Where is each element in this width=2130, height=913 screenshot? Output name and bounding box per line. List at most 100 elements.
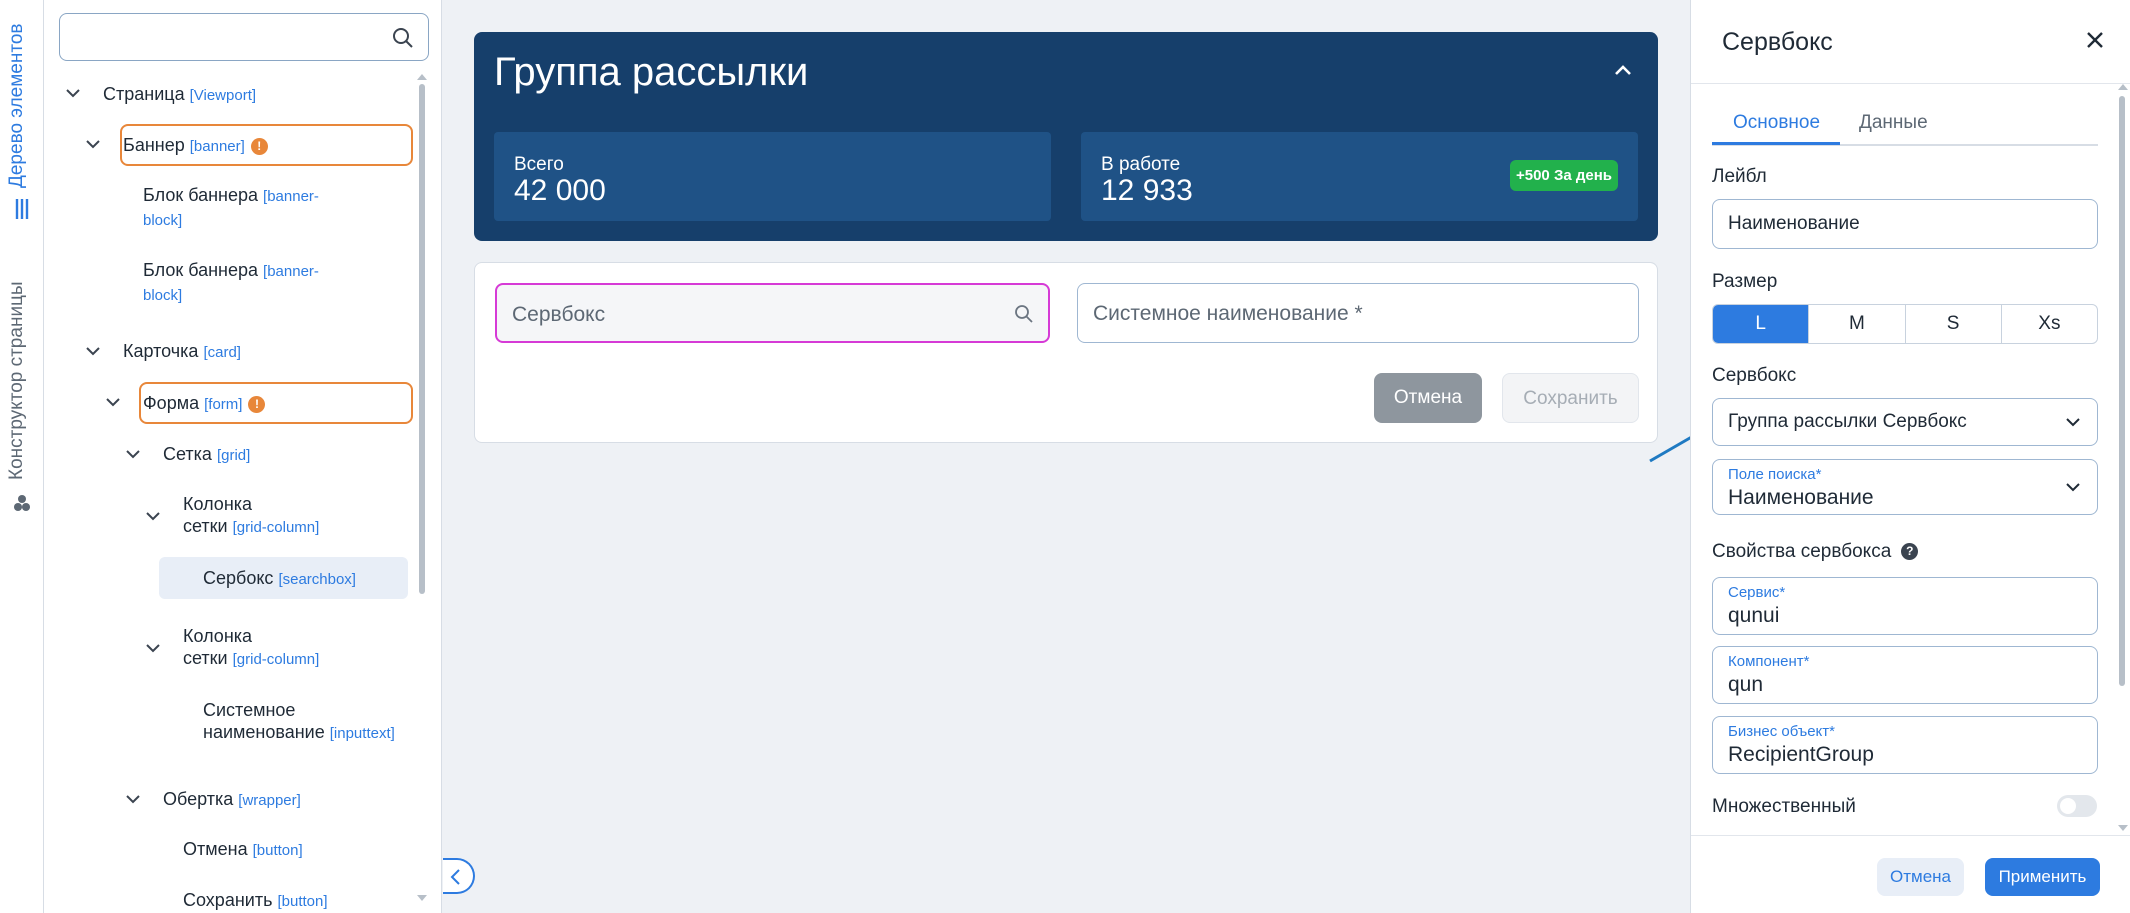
vertical-tab-strip: Дерево элементов Конструктор страницы bbox=[0, 0, 44, 913]
tab-page-builder[interactable]: Конструктор страницы bbox=[6, 270, 28, 480]
tree-node-searchbox[interactable]: Сербокс [searchbox] bbox=[203, 567, 356, 591]
search-field-select[interactable]: Поле поиска* Наименование bbox=[1712, 459, 2098, 515]
search-field-label: Поле поиска* bbox=[1728, 466, 1822, 483]
chevron-down-icon bbox=[2066, 483, 2080, 492]
stat-value: 42 000 bbox=[514, 174, 606, 207]
form-card: Сервбокс Системное наименование * Отмена… bbox=[474, 262, 1658, 443]
size-segmented-control: L M S Xs bbox=[1712, 304, 2098, 344]
searchbox-section-title: Сервбокс bbox=[1712, 365, 1797, 386]
searchbox-select[interactable]: Группа рассылки Сервбокс bbox=[1712, 398, 2098, 446]
tree-node-form[interactable]: Форма [form]! bbox=[143, 392, 266, 416]
tree-node-grid[interactable]: Сетка [grid] bbox=[163, 443, 250, 467]
warning-icon: ! bbox=[248, 395, 266, 413]
chevron-down-icon bbox=[2066, 418, 2080, 427]
cancel-button[interactable]: Отмена bbox=[1374, 373, 1482, 423]
component-label: Компонент* bbox=[1728, 653, 1810, 670]
service-label: Сервис* bbox=[1728, 584, 1786, 601]
size-option-s[interactable]: S bbox=[1904, 305, 2001, 343]
apply-button[interactable]: Применить bbox=[1985, 858, 2100, 896]
searchbox-placeholder: Сервбокс bbox=[512, 303, 606, 326]
size-option-xs[interactable]: Xs bbox=[2000, 305, 2097, 343]
tree-node-inputtext[interactable]: Системное наименование [inputtext] bbox=[203, 699, 395, 745]
stat-value: 12 933 bbox=[1101, 174, 1193, 207]
banner: Группа рассылки Всего 42 000 В работе 12… bbox=[474, 32, 1658, 241]
tree-node-banner[interactable]: Баннер [banner]! bbox=[123, 134, 268, 158]
status-badge: +500 За день bbox=[1509, 160, 1618, 191]
tree-node-grid-column[interactable]: Колонка сетки [grid-column] bbox=[183, 625, 319, 671]
tree-node-banner-block[interactable]: Блок баннера [banner-block] bbox=[143, 184, 319, 232]
warning-icon: ! bbox=[250, 137, 268, 155]
tree-node-card[interactable]: Карточка [card] bbox=[123, 340, 241, 364]
tab-data[interactable]: Данные bbox=[1859, 112, 1928, 134]
label-section-title: Лейбл bbox=[1712, 166, 1767, 187]
tab-main[interactable]: Основное bbox=[1733, 112, 1820, 134]
tree-node-grid-column[interactable]: Колонка сетки [grid-column] bbox=[183, 493, 319, 539]
component-input[interactable]: Компонент* qun bbox=[1712, 646, 2098, 704]
active-tab-indicator bbox=[1712, 142, 1840, 145]
help-icon[interactable]: ? bbox=[1901, 543, 1919, 561]
scroll-down-icon[interactable] bbox=[417, 895, 427, 901]
tree-search-input[interactable] bbox=[59, 13, 429, 61]
business-object-input[interactable]: Бизнес объект* RecipientGroup bbox=[1712, 716, 2098, 774]
collapse-panel-button[interactable] bbox=[443, 858, 475, 894]
search-icon bbox=[393, 28, 413, 48]
chevron-down-icon[interactable] bbox=[106, 397, 120, 407]
chevron-down-icon[interactable] bbox=[126, 449, 140, 459]
multiple-label: Множественный bbox=[1712, 796, 1856, 817]
chevron-down-icon[interactable] bbox=[86, 139, 100, 149]
multiple-toggle[interactable] bbox=[2057, 795, 2097, 817]
tree-node-banner-block[interactable]: Блок баннера [banner-block] bbox=[143, 259, 319, 307]
system-name-placeholder: Системное наименование * bbox=[1093, 302, 1363, 325]
stat-label: В работе bbox=[1101, 154, 1181, 175]
element-tree-panel: Страница [Viewport] Баннер [banner]! Бло… bbox=[44, 0, 442, 913]
panel-tabs: Основное Данные bbox=[1712, 108, 2098, 146]
service-input[interactable]: Сервис* qunui bbox=[1712, 577, 2098, 635]
chevron-down-icon[interactable] bbox=[86, 346, 100, 356]
tree-node-cancel-button[interactable]: Отмена [button] bbox=[183, 838, 303, 862]
banner-title: Группа рассылки bbox=[494, 50, 809, 94]
system-name-field[interactable]: Системное наименование * bbox=[1077, 283, 1639, 343]
service-value: qunui bbox=[1728, 604, 1780, 627]
stat-label: Всего bbox=[514, 154, 564, 175]
tree-node-save-button[interactable]: Сохранить [button] bbox=[183, 889, 328, 913]
page-canvas: Группа рассылки Всего 42 000 В работе 12… bbox=[443, 0, 1688, 913]
tree-icon[interactable] bbox=[11, 198, 33, 220]
business-object-value: RecipientGroup bbox=[1728, 743, 1874, 766]
chevron-up-icon[interactable] bbox=[1614, 64, 1632, 76]
label-input[interactable]: Наименование bbox=[1712, 199, 2098, 249]
searchbox-select-value: Группа рассылки Сервбокс bbox=[1728, 411, 1967, 432]
panel-scrollbar[interactable] bbox=[2119, 96, 2125, 686]
panel-footer: Отмена Применить bbox=[1691, 835, 2130, 913]
panel-cancel-button[interactable]: Отмена bbox=[1877, 858, 1964, 896]
tree-node-page[interactable]: Страница [Viewport] bbox=[103, 83, 256, 107]
scroll-up-icon[interactable] bbox=[2118, 84, 2128, 90]
label-input-value: Наименование bbox=[1728, 213, 1860, 234]
search-field-value: Наименование bbox=[1728, 486, 1874, 509]
chevron-down-icon[interactable] bbox=[146, 511, 160, 521]
properties-panel: Сервбокс Основное Данные Лейбл Наименова… bbox=[1690, 0, 2130, 913]
searchbox-field[interactable]: Сервбокс bbox=[495, 283, 1050, 343]
component-value: qun bbox=[1728, 673, 1764, 696]
chevron-down-icon[interactable] bbox=[146, 643, 160, 653]
scroll-down-icon[interactable] bbox=[2118, 825, 2128, 831]
chevron-left-icon bbox=[450, 869, 460, 885]
toggle-knob bbox=[2060, 798, 2076, 814]
tree-node-wrapper[interactable]: Обертка [wrapper] bbox=[163, 788, 301, 812]
components-icon[interactable] bbox=[11, 492, 33, 514]
panel-header: Сервбокс bbox=[1691, 0, 2130, 84]
properties-section-title: Свойства сервбокса? bbox=[1712, 541, 1919, 563]
panel-title: Сервбокс bbox=[1722, 28, 1833, 56]
stat-in-progress: В работе 12 933 +500 За день bbox=[1081, 132, 1638, 221]
save-button[interactable]: Сохранить bbox=[1502, 373, 1639, 423]
chevron-down-icon[interactable] bbox=[66, 88, 80, 98]
search-icon bbox=[1015, 305, 1033, 323]
size-option-m[interactable]: M bbox=[1808, 305, 1904, 343]
size-section-title: Размер bbox=[1712, 271, 1778, 292]
size-option-l[interactable]: L bbox=[1713, 305, 1809, 343]
scroll-up-icon[interactable] bbox=[417, 74, 427, 80]
tab-element-tree[interactable]: Дерево элементов bbox=[6, 18, 28, 189]
stat-total: Всего 42 000 bbox=[494, 132, 1051, 221]
close-icon[interactable] bbox=[2085, 30, 2105, 50]
tree-scrollbar[interactable] bbox=[419, 84, 425, 594]
chevron-down-icon[interactable] bbox=[126, 794, 140, 804]
